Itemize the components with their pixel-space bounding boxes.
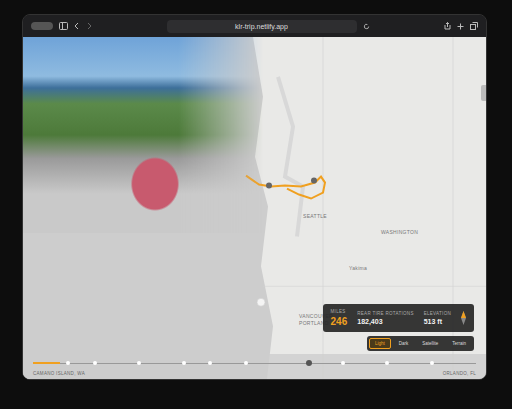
track-line [33,363,476,364]
stat-label: ELEVATION [424,311,451,316]
compass-icon[interactable] [461,311,466,325]
map-style-button[interactable]: Dark [393,338,415,349]
motorcycle-photo [23,37,263,233]
map-style-button[interactable]: Terrain [446,338,472,349]
stat: MILES 246 [331,309,348,327]
timeline-marker[interactable] [66,361,70,365]
stat: REAR TIRE ROTATIONS 182,403 [357,311,413,325]
timeline: CAMANO ISLAND, WA ORLANDO, FL [23,354,486,379]
timeline-track[interactable] [33,358,476,368]
start-label: CAMANO ISLAND, WA [33,371,85,376]
browser-window: klr-trip.netlify.app SEATTLE WASHINGTON Yak… [22,14,487,380]
map-style-button[interactable]: Light [369,338,391,349]
reload-icon[interactable] [363,23,370,30]
timeline-ends: CAMANO ISLAND, WA ORLANDO, FL [33,371,476,376]
timeline-marker[interactable] [93,361,97,365]
window-controls [31,22,53,30]
map-label: Yakima [349,265,367,271]
stat: ELEVATION 513 ft [424,311,451,325]
stat-value: 246 [331,316,348,327]
timeline-marker[interactable] [341,361,345,365]
desktop: klr-trip.netlify.app SEATTLE WASHINGTON Yak… [0,0,512,409]
tabs-icon[interactable] [470,22,478,30]
stat-value: 513 ft [424,318,451,325]
bottom-overlay: MILES 246 REAR TIRE ROTATIONS 182,403 ELEVAT… [23,304,486,379]
timeline-marker[interactable] [182,361,186,365]
url-text[interactable]: klr-trip.netlify.app [235,23,288,30]
map-label: SEATTLE [303,213,327,219]
url-field[interactable]: klr-trip.netlify.app [167,20,357,33]
back-icon[interactable] [74,22,80,30]
share-icon[interactable] [444,22,451,30]
timeline-marker[interactable] [430,361,434,365]
end-label: ORLANDO, FL [443,371,476,376]
map-label: WASHINGTON [381,229,418,235]
side-tab[interactable] [481,85,486,101]
forward-icon[interactable] [86,22,92,30]
stat-label: MILES [331,309,348,314]
stats-panel: MILES 246 REAR TIRE ROTATIONS 182,403 ELEVAT… [323,304,474,332]
stat-value: 182,403 [357,318,413,325]
stat-label: REAR TIRE ROTATIONS [357,311,413,316]
timeline-marker[interactable] [385,361,389,365]
timeline-marker[interactable] [208,361,212,365]
timeline-marker[interactable] [137,361,141,365]
plus-icon[interactable] [457,23,464,30]
map-style-switch: LightDarkSatelliteTerrain [367,336,474,351]
toolbar: klr-trip.netlify.app [23,15,486,37]
map-style-button[interactable]: Satellite [416,338,444,349]
timeline-marker[interactable] [244,361,248,365]
sidebar-icon[interactable] [59,22,68,30]
map-page: SEATTLEWASHINGTONYakimaVANCOUVERPORTLAND… [23,37,486,379]
track-fill [33,362,60,364]
timeline-marker[interactable] [306,360,312,366]
